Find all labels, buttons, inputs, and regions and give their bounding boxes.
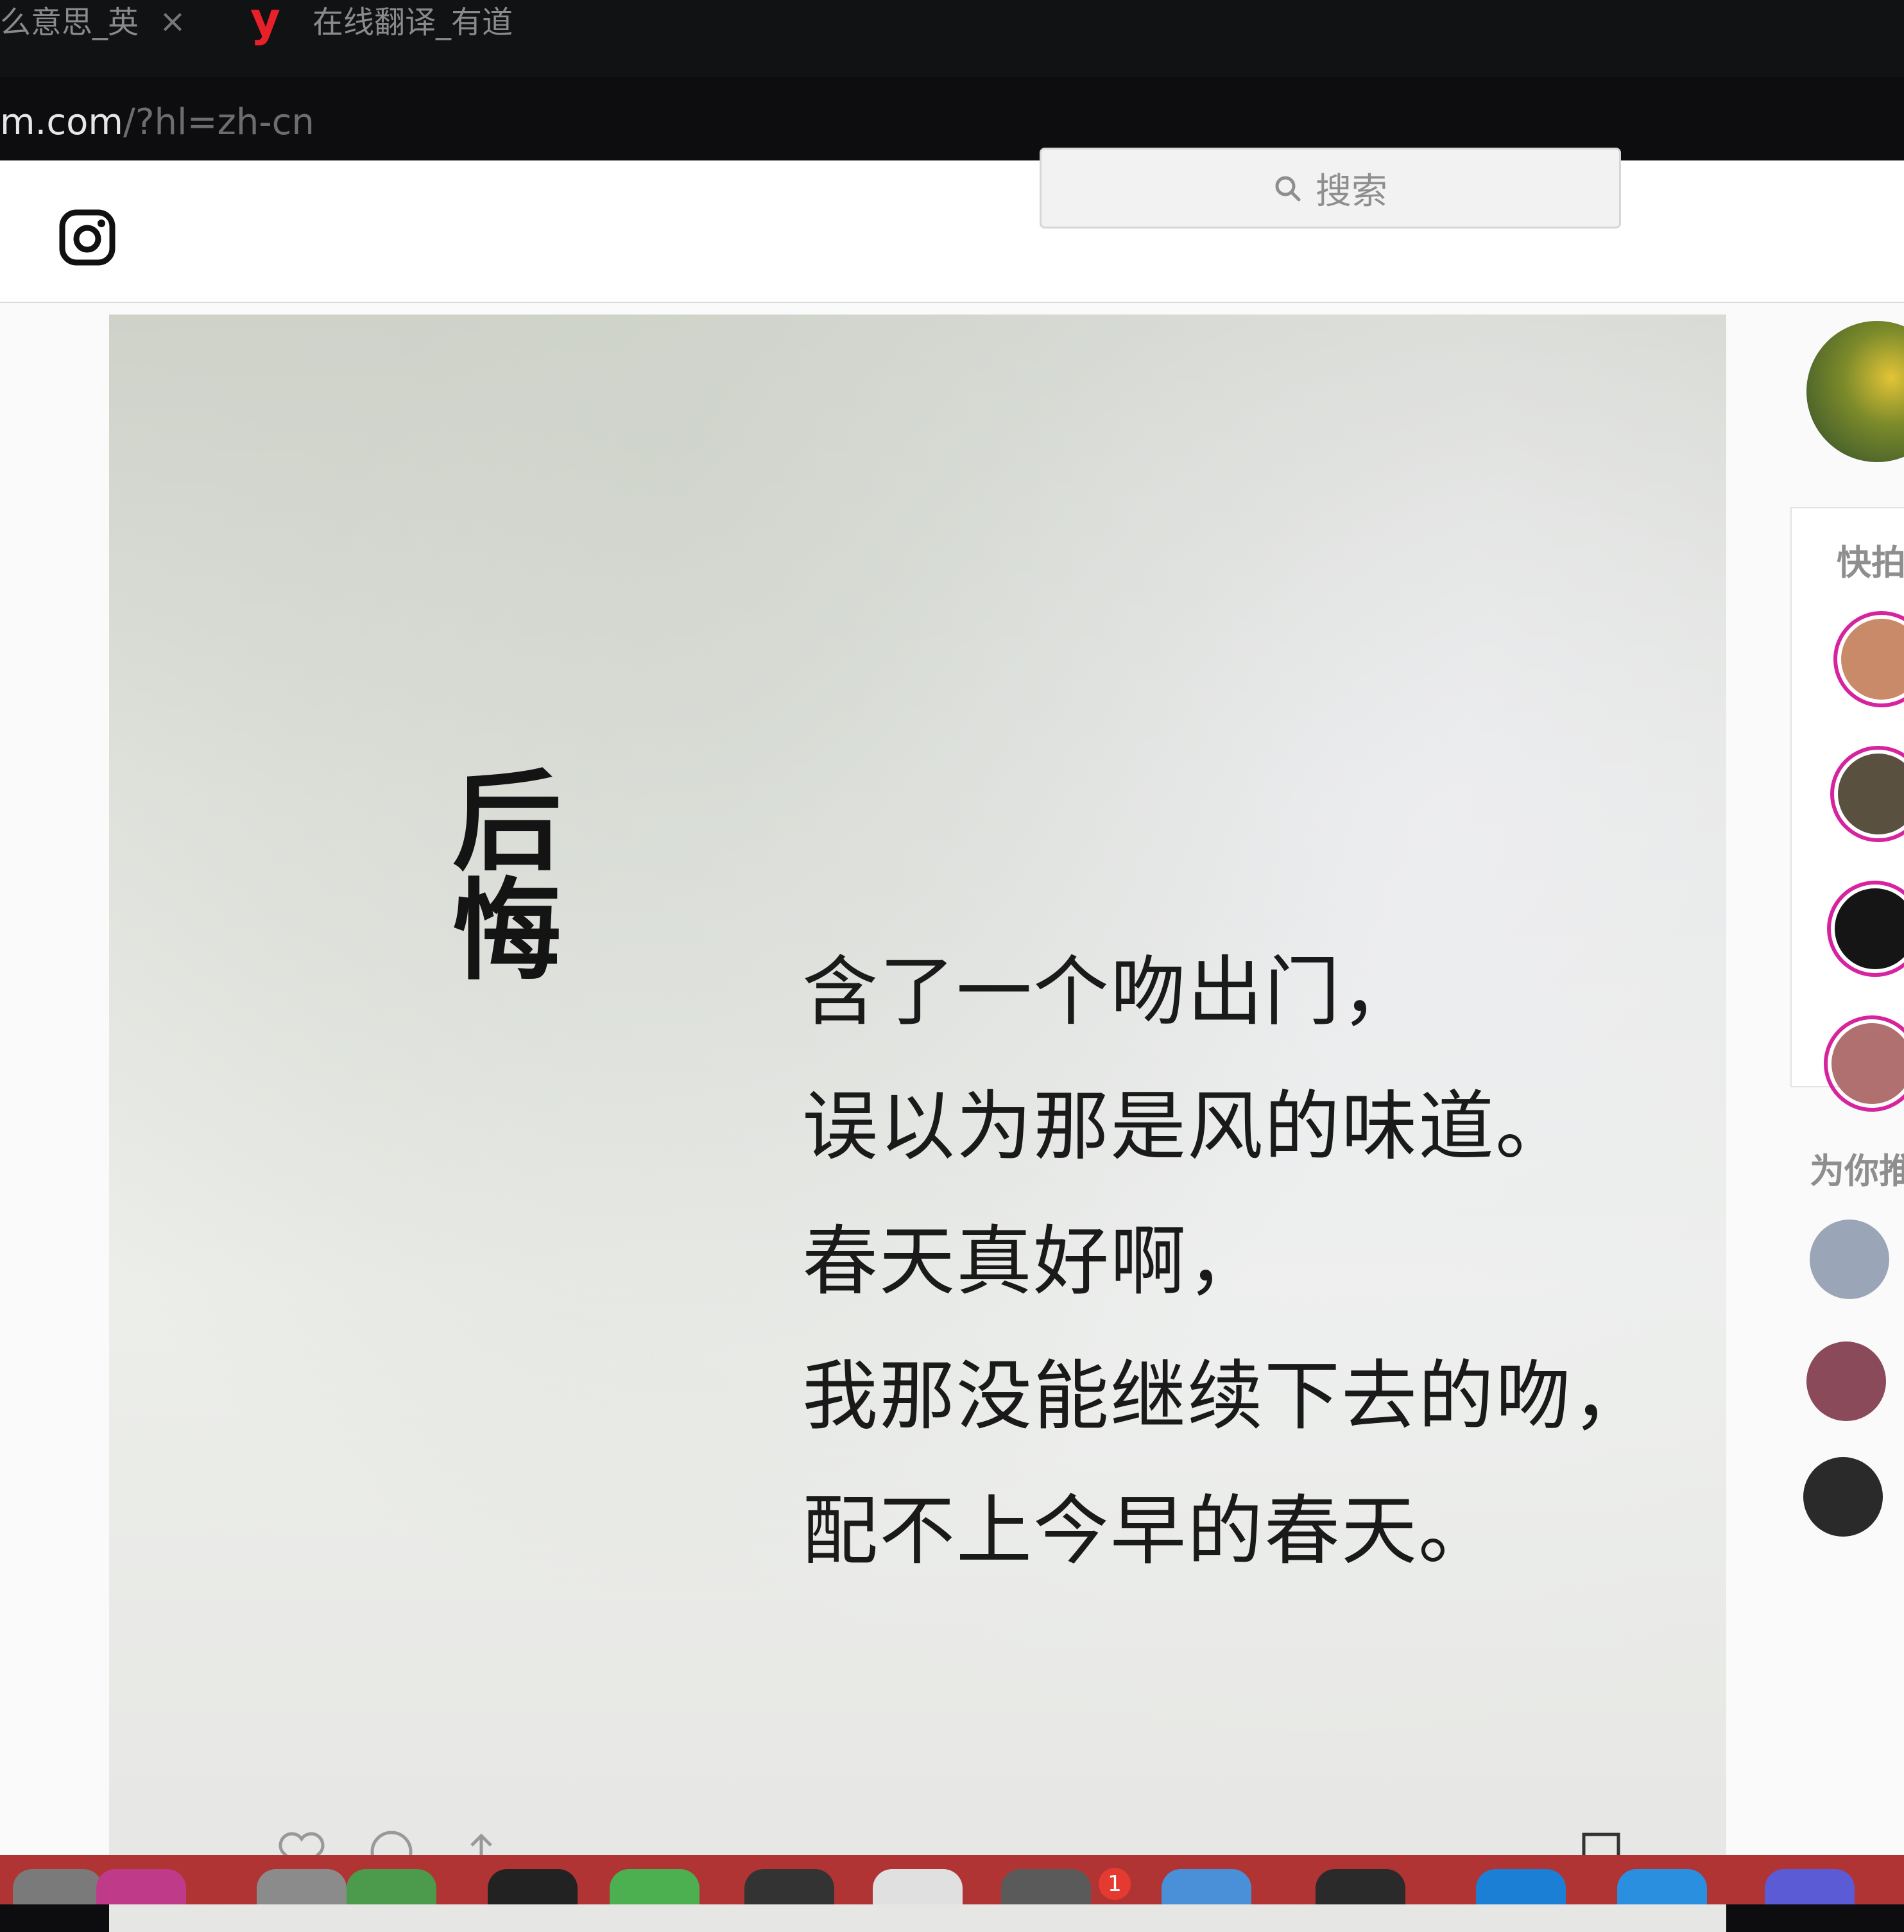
itunes-icon[interactable] bbox=[96, 1869, 186, 1904]
story-avatar[interactable] bbox=[1833, 611, 1904, 707]
poem-line: 误以为那是风的味道。 bbox=[802, 1082, 1573, 1171]
preview-icon[interactable] bbox=[873, 1869, 963, 1904]
photos-icon[interactable] bbox=[347, 1869, 436, 1904]
search-input[interactable]: 搜索 bbox=[1040, 148, 1621, 229]
poem-line: 春天真好啊， bbox=[802, 1217, 1265, 1306]
story-avatar[interactable] bbox=[1830, 746, 1904, 842]
search-icon bbox=[1275, 176, 1301, 202]
url-domain: m.com bbox=[0, 101, 123, 143]
qq-icon[interactable] bbox=[488, 1869, 578, 1904]
wechat-icon[interactable] bbox=[610, 1869, 699, 1904]
tab-youdao[interactable]: y 在线翻译_有道 bbox=[250, 0, 513, 46]
stories-panel: 快拍 bbox=[1790, 507, 1904, 1112]
stories-heading: 快拍 bbox=[1837, 542, 1904, 583]
poem-title: 后悔 bbox=[433, 764, 562, 982]
poem-line: 配不上今早的春天。 bbox=[802, 1487, 1496, 1575]
tab-close-icon[interactable]: × bbox=[159, 3, 186, 40]
app-icon[interactable] bbox=[1316, 1869, 1405, 1904]
tab-translation-query[interactable]: 么意思_英 bbox=[0, 0, 139, 40]
app-icon[interactable] bbox=[1765, 1869, 1855, 1904]
poem-line: 我那没能继续下去的吻， bbox=[802, 1352, 1650, 1440]
suggested-user-avatar[interactable] bbox=[1803, 1457, 1883, 1537]
tab-title: 在线翻译_有道 bbox=[312, 4, 513, 40]
poem-line: 含了一个吻出门， bbox=[802, 947, 1419, 1036]
finder-icon[interactable] bbox=[13, 1869, 103, 1904]
terminal-icon[interactable] bbox=[744, 1869, 834, 1904]
url-path: /?hl=zh-cn bbox=[123, 101, 314, 143]
browser-tab-bar: 么意思_英 × y 在线翻译_有道 bbox=[0, 0, 1904, 77]
app-icon[interactable] bbox=[1617, 1869, 1707, 1904]
search-placeholder: 搜索 bbox=[1316, 170, 1387, 212]
mac-dock bbox=[0, 1855, 1904, 1904]
suggestions-heading: 为你推 bbox=[1810, 1151, 1904, 1191]
calendar-icon[interactable] bbox=[1001, 1869, 1091, 1904]
story-avatar[interactable] bbox=[1827, 881, 1904, 977]
safari-icon[interactable] bbox=[1162, 1869, 1251, 1904]
app-store-icon[interactable] bbox=[1476, 1869, 1566, 1904]
instagram-icon[interactable] bbox=[59, 209, 116, 266]
poem-body: 含了一个吻出门， 误以为那是风的味道。 春天真好啊， 我那没能继续下去的吻， 配… bbox=[802, 924, 1649, 1598]
instagram-page: 搜索 后悔 含了一个吻出门， 误以为那是风的味道。 春天真好啊， 我那没能继续下… bbox=[0, 148, 1904, 1932]
tab-title: 么意思_英 bbox=[0, 4, 139, 40]
top-nav: 搜索 bbox=[0, 148, 1904, 303]
post-image[interactable]: 后悔 含了一个吻出门， 误以为那是风的味道。 春天真好啊， 我那没能继续下去的吻… bbox=[109, 315, 1726, 1932]
youdao-logo-icon: y bbox=[250, 0, 280, 46]
suggested-user-avatar[interactable] bbox=[1806, 1341, 1886, 1421]
suggested-user-avatar[interactable] bbox=[1810, 1220, 1889, 1299]
launchpad-icon[interactable] bbox=[257, 1869, 347, 1904]
suggestions-panel: 为你推 bbox=[1771, 1117, 1904, 1759]
notification-badge: 1 bbox=[1099, 1868, 1131, 1900]
